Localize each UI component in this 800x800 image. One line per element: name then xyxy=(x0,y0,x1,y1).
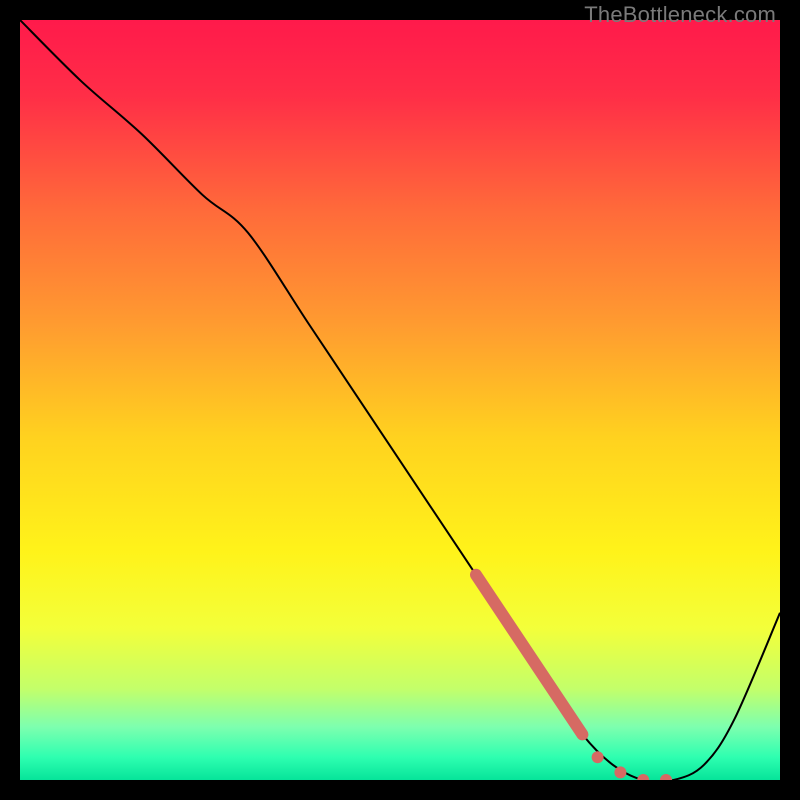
chart-frame xyxy=(20,20,780,780)
gradient-background xyxy=(20,20,780,780)
highlight-dot xyxy=(614,766,626,778)
highlight-dot xyxy=(592,751,604,763)
bottleneck-chart xyxy=(20,20,780,780)
watermark-text: TheBottleneck.com xyxy=(584,2,776,28)
